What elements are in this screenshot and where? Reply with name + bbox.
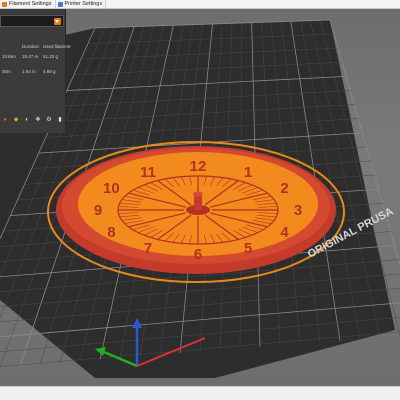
tab-filament-settings-label: Filament Settings: [9, 1, 52, 7]
stat-used-2: 4.89 g: [43, 69, 56, 74]
clock-numeral: 9: [94, 202, 102, 219]
sidebar-panel: Duration Used filament 1h16m 19.47 m 51.…: [0, 9, 71, 133]
printer-icon: [57, 1, 63, 7]
gizmo-toolbar: ● ◆ ◐ ❖ ⚙ ▮: [0, 117, 63, 123]
brush-icon[interactable]: ◆: [13, 117, 19, 123]
seam-icon[interactable]: ◐: [24, 117, 30, 123]
layers-icon[interactable]: ❖: [35, 117, 41, 123]
clock-numeral: 6: [194, 246, 202, 263]
clock-numeral: 7: [144, 240, 152, 257]
chevron-down-icon[interactable]: [54, 18, 61, 25]
clock-numeral: 4: [280, 224, 289, 241]
stat-used-1: 51.22 g: [43, 54, 59, 59]
clock-numeral: 5: [244, 240, 252, 257]
paint-icon[interactable]: ●: [2, 117, 8, 123]
tab-printer-settings-label: Printer Settings: [64, 1, 103, 7]
pin-icon[interactable]: ▮: [57, 117, 63, 123]
stat-time-2: 30m: [2, 69, 11, 74]
gear-icon[interactable]: ⚙: [46, 117, 52, 123]
stat-duration-2: 1.64 m: [22, 69, 36, 74]
stat-duration-1: 19.47 m: [22, 54, 39, 59]
stats-header-duration: Duration: [22, 44, 40, 49]
clock-numeral: 2: [280, 180, 288, 197]
clock-numeral: 10: [103, 180, 120, 197]
clock-numeral: 3: [294, 202, 302, 219]
print-profile-select[interactable]: [0, 15, 64, 27]
tab-printer-settings[interactable]: Printer Settings: [56, 0, 107, 9]
settings-tab-strip: Filament Settings Printer Settings: [0, 0, 400, 9]
filament-icon: [2, 1, 7, 7]
clock-numeral: 11: [140, 164, 156, 181]
stat-time-1: 1h16m: [2, 54, 16, 59]
clock-numeral: 1: [244, 164, 252, 181]
center-post-top: [193, 191, 203, 197]
stats-header-used: Used filament: [43, 44, 71, 49]
tab-filament-settings[interactable]: Filament Settings: [0, 0, 56, 9]
status-bar: [0, 386, 400, 400]
clock-numeral: 12: [190, 158, 207, 175]
clock-numeral: 8: [107, 224, 115, 241]
